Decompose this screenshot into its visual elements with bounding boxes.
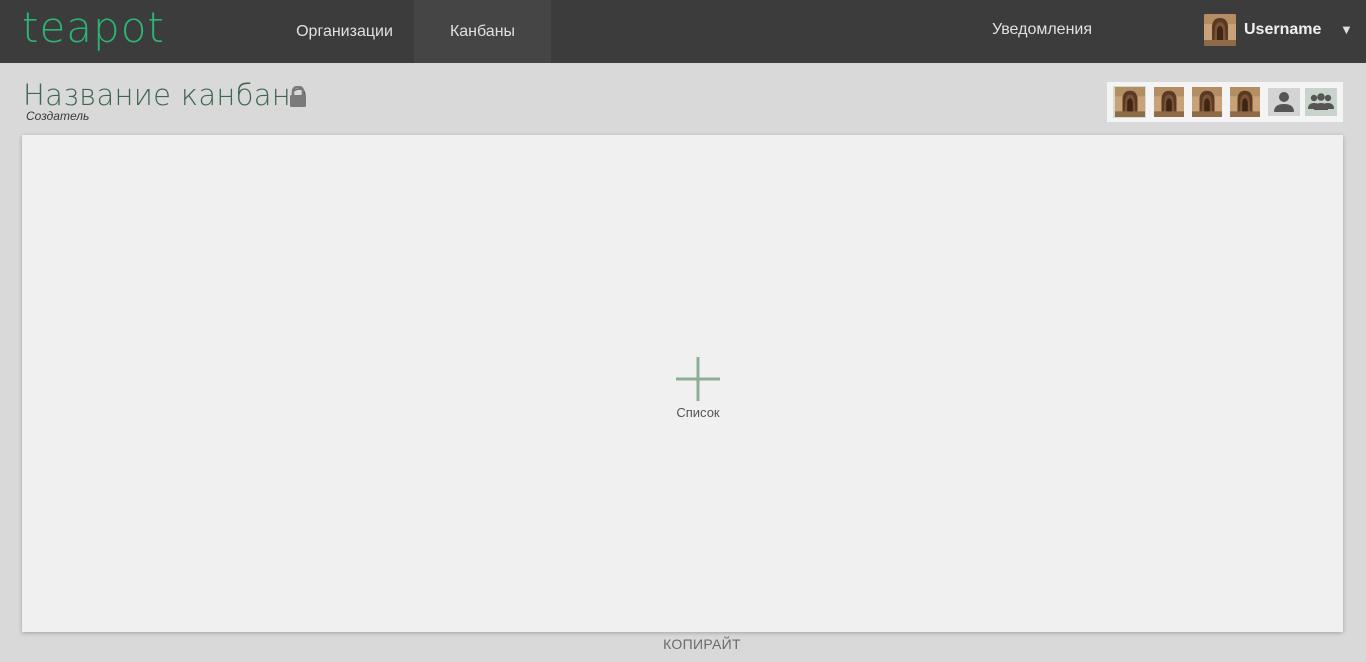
board-members: [1107, 82, 1343, 122]
user-photo-icon: [1191, 87, 1223, 117]
user-menu-caret-icon[interactable]: ▼: [1340, 0, 1353, 60]
app-logo[interactable]: teapot: [22, 2, 165, 54]
team-button[interactable]: [1305, 88, 1337, 116]
user-photo-icon: [1153, 87, 1185, 117]
user-avatar[interactable]: [1204, 14, 1236, 46]
nav-organizations[interactable]: Организации: [275, 0, 414, 63]
username[interactable]: Username: [1244, 0, 1321, 60]
member-avatar[interactable]: [1191, 86, 1224, 118]
board-creator[interactable]: Создатель: [26, 109, 89, 123]
lock-icon: [290, 86, 306, 107]
person-icon: [1274, 92, 1294, 112]
member-avatar[interactable]: [1229, 86, 1262, 118]
add-list-label: Список: [676, 405, 720, 420]
footer-copyright: КОПИРАЙТ: [663, 636, 741, 652]
member-avatar[interactable]: [1113, 86, 1146, 118]
nav-notifications[interactable]: Уведомления: [972, 0, 1112, 63]
plus-icon: [676, 357, 720, 401]
user-photo-icon: [1204, 14, 1236, 46]
user-photo-icon: [1115, 87, 1145, 117]
top-navigation-bar: teapot Организации Канбаны Уведомления U…: [0, 0, 1366, 63]
user-photo-icon: [1229, 87, 1261, 117]
group-icon: [1308, 93, 1334, 110]
add-member-button[interactable]: [1268, 88, 1300, 116]
member-avatar[interactable]: [1153, 86, 1186, 118]
board-canvas: Список: [22, 135, 1343, 632]
nav-kanbans[interactable]: Канбаны: [414, 0, 551, 63]
